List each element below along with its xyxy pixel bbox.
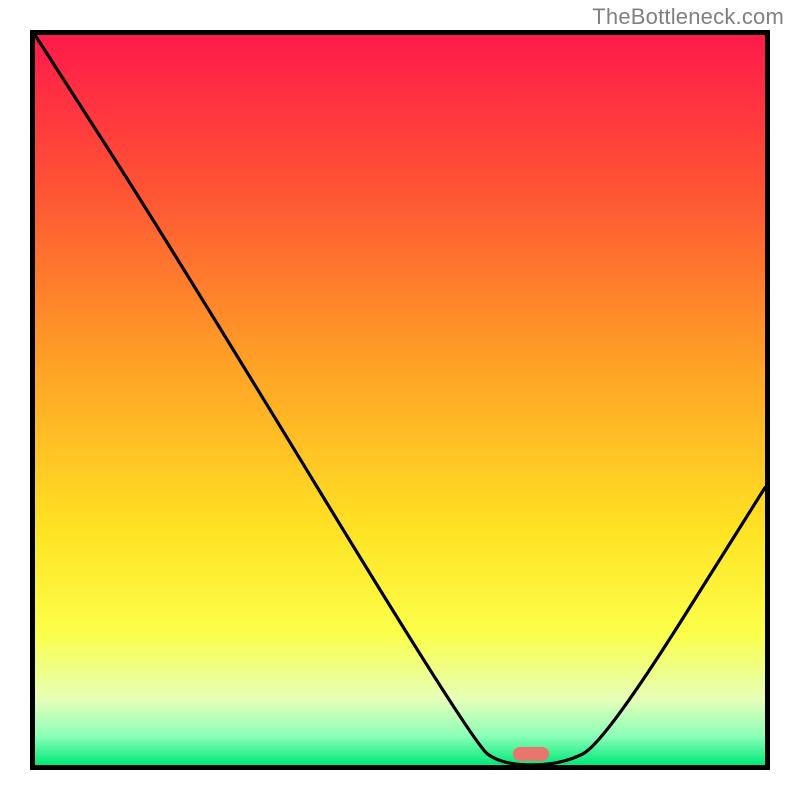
watermark-text: TheBottleneck.com	[592, 4, 784, 30]
bottleneck-curve	[35, 35, 765, 765]
plot-area	[30, 30, 770, 770]
optimal-point-marker	[513, 747, 549, 761]
curve-layer	[35, 35, 765, 765]
chart-container: TheBottleneck.com	[0, 0, 800, 800]
